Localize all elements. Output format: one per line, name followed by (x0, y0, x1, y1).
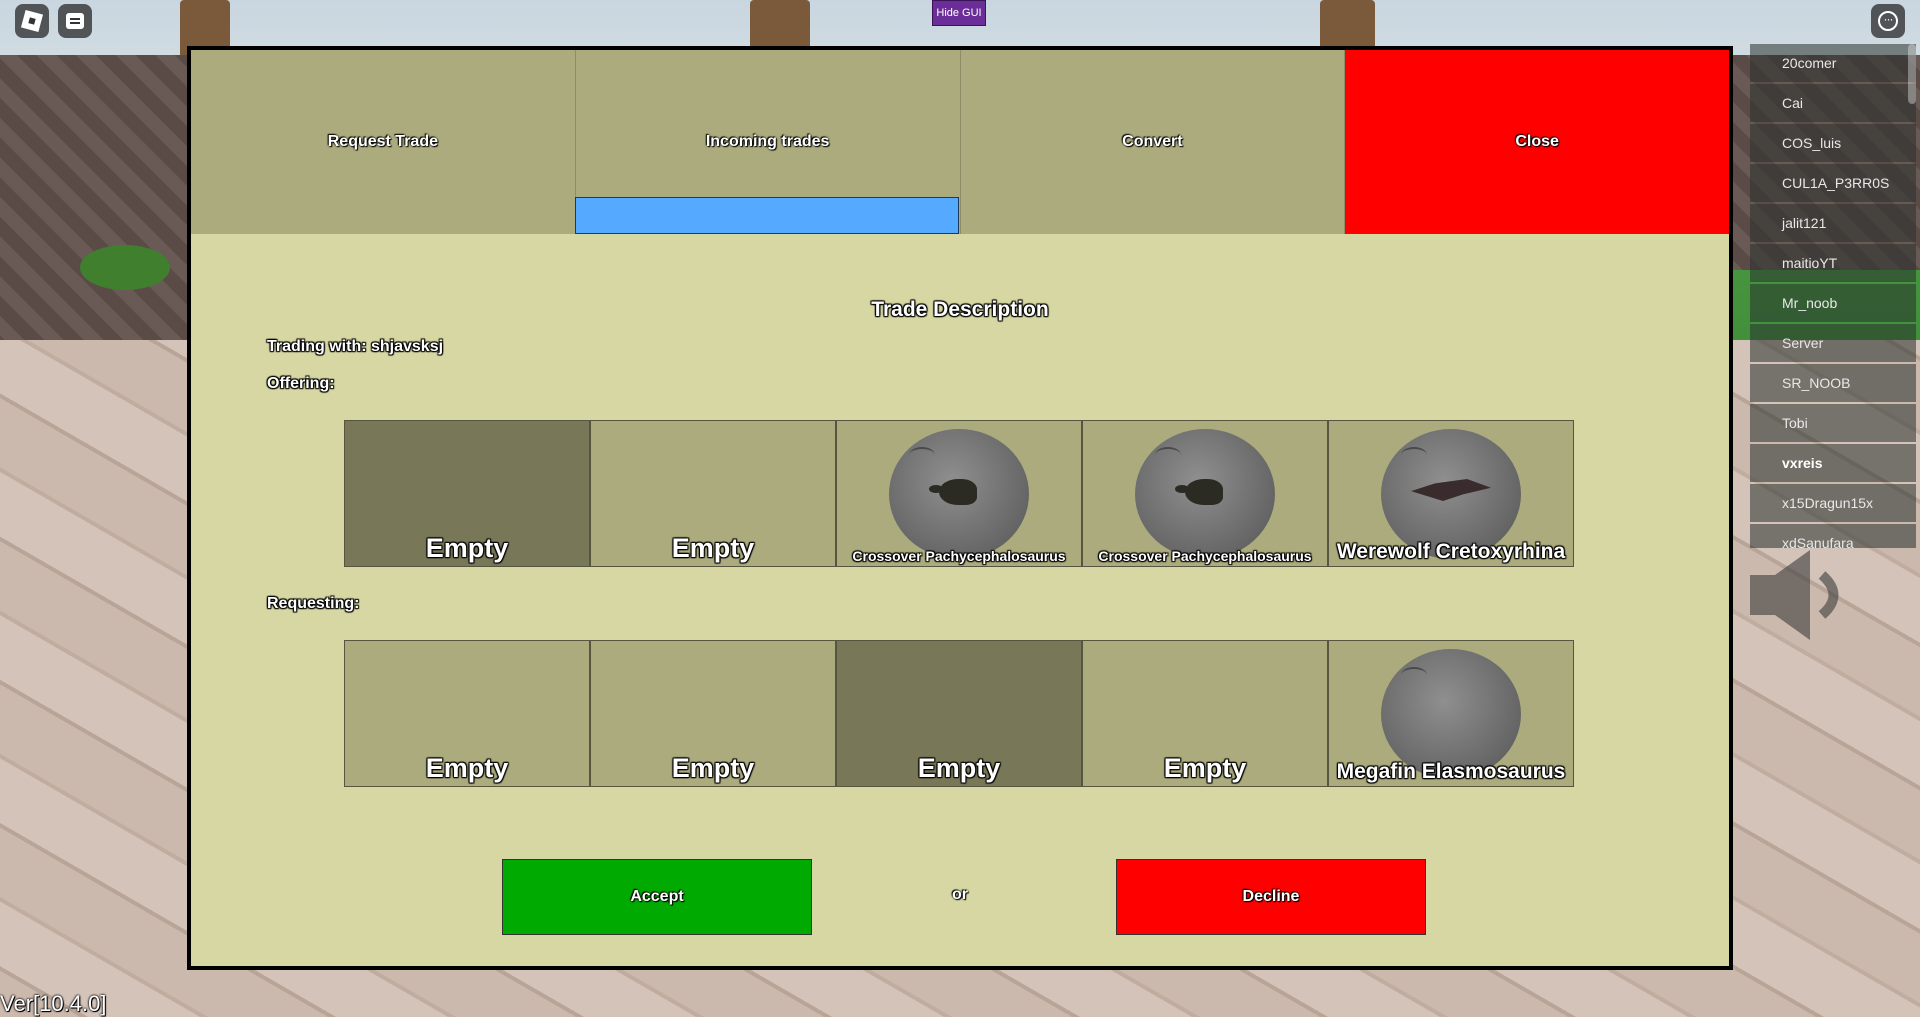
active-tab-indicator (574, 197, 959, 234)
roblox-menu-button[interactable] (15, 4, 49, 38)
tab-label: Request Trade (327, 133, 438, 150)
slot-item-name: Empty (425, 533, 509, 563)
more-options-icon: ··· (1878, 11, 1898, 31)
slot-item-name: Crossover Pachycephalosaurus (1098, 548, 1312, 564)
chat-icon (66, 13, 84, 29)
player-list-scrollbar[interactable] (1908, 44, 1916, 104)
chat-button[interactable] (58, 4, 92, 38)
slot-item-name: Empty (425, 753, 509, 783)
tab-convert[interactable]: Convert (960, 50, 1346, 234)
tab-incoming-trades[interactable]: Incoming trades (574, 50, 961, 234)
close-button[interactable]: Close (1345, 50, 1729, 234)
more-options-button[interactable]: ··· (1871, 4, 1905, 38)
player-list-item[interactable]: Server (1750, 324, 1916, 362)
slot-item-name: Werewolf Cretoxyrhina (1336, 540, 1566, 563)
version-label: Ver[10.4.0] (0, 991, 107, 1016)
player-list-item[interactable]: x15Dragun15x (1750, 484, 1916, 522)
player-list-item[interactable]: 20comer (1750, 44, 1916, 82)
player-list-item[interactable]: vxreis (1750, 444, 1916, 482)
player-list-item[interactable]: SR_NOOB (1750, 364, 1916, 402)
requesting-slot[interactable]: Empty (1082, 640, 1328, 787)
trade-tab-bar: Request Trade Incoming trades Convert Cl… (191, 50, 1729, 234)
trade-description-title: Trade Description (871, 298, 1049, 321)
tree-trunk (1320, 0, 1375, 50)
slot-item-name: Crossover Pachycephalosaurus (852, 548, 1066, 564)
bush (80, 245, 170, 290)
player-list-item[interactable]: COS_luis (1750, 124, 1916, 162)
tree-trunk (750, 0, 810, 50)
requesting-slot[interactable]: Empty (344, 640, 590, 787)
hide-gui-button[interactable]: Hide GUI (932, 0, 986, 26)
slot-item-name: Empty (671, 533, 755, 563)
egg-item-icon (889, 429, 1029, 559)
player-list-item[interactable]: CUL1A_P3RR0S (1750, 164, 1916, 202)
offering-label: Offering: (267, 375, 335, 392)
decline-button[interactable]: Decline (1116, 859, 1426, 935)
trading-with-label: Trading with: shjavsksj (267, 338, 444, 355)
slot-item-name: Empty (1163, 753, 1247, 783)
tab-label: Incoming trades (705, 133, 830, 150)
slot-item-name: Empty (917, 753, 1001, 783)
player-list-item[interactable]: Cai (1750, 84, 1916, 122)
player-list-item[interactable]: Tobi (1750, 404, 1916, 442)
requesting-slots: Empty Empty Empty Empty Megafin Elasmosa… (344, 640, 1574, 787)
stone-wall (0, 55, 200, 375)
requesting-label: Requesting: (267, 595, 360, 612)
egg-item-icon (1135, 429, 1275, 559)
offering-slot[interactable]: Crossover Pachycephalosaurus (836, 420, 1082, 567)
trade-panel: Request Trade Incoming trades Convert Cl… (187, 46, 1733, 970)
tab-request-trade[interactable]: Request Trade (191, 50, 576, 234)
slot-item-name: Empty (671, 753, 755, 783)
offering-slot[interactable]: Werewolf Cretoxyrhina (1328, 420, 1574, 567)
or-label: or (952, 886, 968, 903)
requesting-slot[interactable]: Empty (590, 640, 836, 787)
pachycephalosaurus-icon (929, 479, 977, 505)
pachycephalosaurus-icon (1175, 479, 1223, 505)
cretoxyrhina-icon (1411, 479, 1491, 501)
player-list-item[interactable]: maitioYT (1750, 244, 1916, 282)
player-list: 20comer Cai COS_luis CUL1A_P3RR0S jalit121 ma… (1750, 44, 1916, 548)
requesting-slot[interactable]: Empty (836, 640, 1082, 787)
player-list-item[interactable]: jalit121 (1750, 204, 1916, 242)
player-list-item[interactable]: Mr_noob (1750, 284, 1916, 322)
roblox-logo-icon (20, 9, 44, 33)
offering-slot[interactable]: Empty (590, 420, 836, 567)
speaker-icon[interactable] (1750, 545, 1850, 645)
offering-slots: Empty Empty Crossover Pachycephalosaurus… (344, 420, 1574, 567)
offering-slot[interactable]: Crossover Pachycephalosaurus (1082, 420, 1328, 567)
tab-label: Convert (1122, 133, 1183, 150)
offering-slot[interactable]: Empty (344, 420, 590, 567)
requesting-slot[interactable]: Megafin Elasmosaurus (1328, 640, 1574, 787)
slot-item-name: Megafin Elasmosaurus (1336, 760, 1566, 783)
tab-label: Close (1515, 133, 1559, 150)
accept-button[interactable]: Accept (502, 859, 812, 935)
